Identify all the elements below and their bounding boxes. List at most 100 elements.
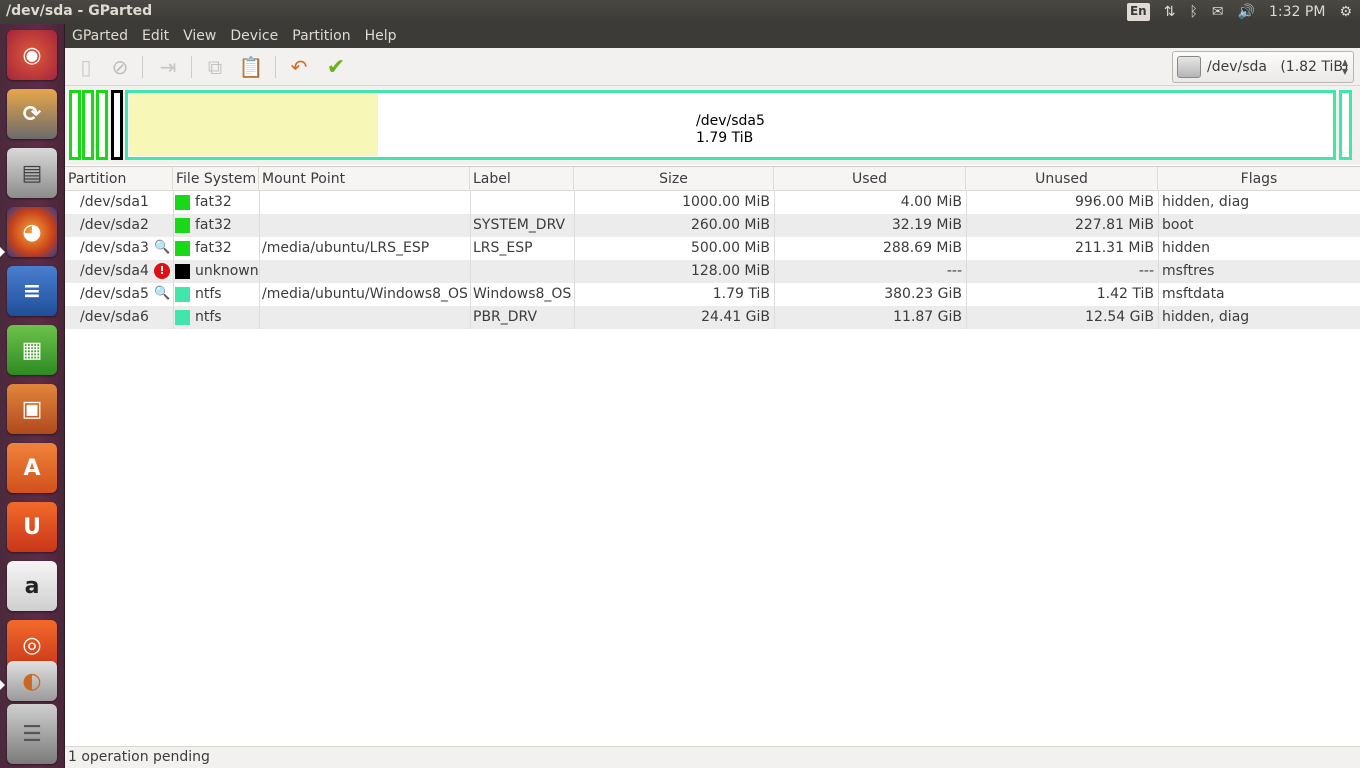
window-title: /dev/sda - GParted	[6, 3, 153, 19]
cell-used: 4.00 MiB	[900, 194, 962, 210]
statusbar: 1 operation pending	[65, 746, 1360, 768]
resize-move-icon: ⇥	[159, 55, 177, 79]
table-row[interactable]: /dev/sda4 unknown 128.00 MiB --- --- msftres!	[65, 260, 1360, 283]
paste-button[interactable]: 📋	[237, 53, 265, 81]
ubuntu-one-icon[interactable]: U	[7, 502, 57, 552]
apply-button[interactable]: ✔	[322, 53, 350, 81]
table-row[interactable]: /dev/sda6 ntfs PBR_DRV 24.41 GiB 11.87 GiB 12…	[65, 306, 1360, 329]
menu-gparted[interactable]: GParted	[65, 24, 135, 48]
header-label[interactable]: Label	[470, 167, 574, 191]
cell-unused: 211.31 MiB	[1074, 240, 1154, 256]
toolbar-separator	[142, 56, 143, 78]
key-icon[interactable]: 🔍	[154, 240, 170, 256]
amazon-icon[interactable]: a	[7, 561, 57, 611]
filesystem-color-swatch	[175, 287, 190, 302]
menu-help[interactable]: Help	[358, 24, 404, 48]
undo-button[interactable]: ↶	[285, 53, 313, 81]
cell-label	[470, 260, 574, 283]
cell-used: ---	[946, 263, 962, 279]
disk-segment-sda2[interactable]	[82, 90, 94, 160]
header-mount-point[interactable]: Mount Point	[259, 167, 470, 191]
disk-map: /dev/sda5 1.79 TiB	[65, 86, 1360, 165]
menu-device[interactable]: Device	[223, 24, 285, 48]
delete-partition-button[interactable]: ⊘	[106, 53, 134, 81]
indicator-area: En ⇅ ᛒ ✉ 🔊 1:32 PM ⚙	[1126, 0, 1352, 24]
cell-flags: msftres	[1162, 263, 1215, 279]
software-center-icon[interactable]: A	[7, 443, 57, 493]
cell-partition: /dev/sda3	[80, 240, 149, 256]
menu-edit[interactable]: Edit	[135, 24, 176, 48]
mail-icon[interactable]: ✉	[1212, 0, 1224, 24]
keyboard-layout-indicator[interactable]: En	[1126, 3, 1150, 21]
disk-segment-sda5[interactable]: /dev/sda5 1.79 TiB	[125, 90, 1336, 160]
copy-button[interactable]: ⧉	[201, 53, 229, 81]
clock[interactable]: 1:32 PM	[1269, 0, 1325, 24]
cell-label: Windows8_OS	[473, 286, 572, 302]
volume-icon[interactable]: 🔊	[1238, 0, 1255, 24]
cell-unused: 1.42 TiB	[1096, 286, 1154, 302]
resize-move-button[interactable]: ⇥	[154, 53, 182, 81]
menubar: GParted Edit View Device Partition Help	[65, 24, 1360, 48]
header-flags[interactable]: Flags	[1158, 167, 1360, 191]
filesystem-color-swatch	[175, 310, 190, 325]
cell-partition: /dev/sda6	[80, 309, 149, 325]
header-file-system[interactable]: File System	[173, 167, 259, 191]
disk-segment-sda6[interactable]	[1339, 90, 1352, 160]
cell-flags: boot	[1162, 217, 1194, 233]
trash-stack-icon[interactable]: ☰	[7, 704, 57, 764]
header-unused[interactable]: Unused	[966, 167, 1158, 191]
cell-unused: ---	[1138, 263, 1154, 279]
cell-flags: msftdata	[1162, 286, 1225, 302]
filesystem-color-swatch	[175, 241, 190, 256]
menu-partition[interactable]: Partition	[285, 24, 357, 48]
header-partition[interactable]: Partition	[65, 167, 173, 191]
cell-size: 500.00 MiB	[690, 240, 770, 256]
header-used[interactable]: Used	[774, 167, 966, 191]
toolbar: ▯ ⊘ ⇥ ⧉ 📋 ↶ ✔ /dev/sda (1.82 TiB) ▲ ▼	[65, 48, 1360, 86]
device-selector[interactable]: /dev/sda (1.82 TiB) ▲ ▼	[1172, 51, 1354, 83]
running-indicator	[0, 247, 5, 257]
status-text: 1 operation pending	[68, 749, 210, 765]
filesystem-color-swatch	[175, 218, 190, 233]
key-icon[interactable]: 🔍	[154, 286, 170, 302]
copy-icon: ⧉	[207, 55, 223, 79]
ubuntu-dash-icon[interactable]: ◉	[7, 30, 57, 80]
cell-size: 1.79 TiB	[712, 286, 770, 302]
header-size[interactable]: Size	[574, 167, 774, 191]
disk-segment-sda4[interactable]	[111, 90, 123, 160]
bluetooth-icon[interactable]: ᛒ	[1189, 0, 1197, 24]
cell-unused: 12.54 GiB	[1085, 309, 1154, 325]
files-icon[interactable]: ▤	[7, 148, 57, 198]
cell-mount	[259, 191, 470, 214]
table-row[interactable]: /dev/sda5 ntfs/media/ubuntu/Windows8_OS Wi…	[65, 283, 1360, 306]
settings-gear-icon[interactable]: ⚙	[1339, 0, 1352, 24]
cell-label: SYSTEM_DRV	[473, 217, 566, 233]
network-icon[interactable]: ⇅	[1164, 0, 1176, 24]
cell-size: 260.00 MiB	[690, 217, 770, 233]
disk-segment-sda1[interactable]	[69, 90, 81, 160]
table-row[interactable]: /dev/sda2 fat32 SYSTEM_DRV 260.00 MiB 32.19 …	[65, 214, 1360, 237]
cell-label: PBR_DRV	[473, 309, 538, 325]
cell-partition: /dev/sda5	[80, 286, 149, 302]
libreoffice-impress-icon[interactable]: ▣	[7, 384, 57, 434]
table-row[interactable]: /dev/sda1 fat32 1000.00 MiB 4.00 MiB 996.00 …	[65, 191, 1360, 214]
undo-arrow-icon: ↶	[290, 55, 308, 79]
cell-mount: /media/ubuntu/Windows8_OS	[262, 286, 468, 302]
libreoffice-writer-icon[interactable]: ≡	[7, 266, 57, 316]
menu-view[interactable]: View	[176, 24, 223, 48]
device-selector-value: /dev/sda (1.82 TiB)	[1207, 59, 1349, 75]
warning-icon[interactable]: !	[154, 263, 170, 279]
gparted-icon[interactable]: ◐	[7, 661, 57, 701]
firefox-icon[interactable]: ◕	[7, 207, 57, 257]
libreoffice-calc-icon[interactable]: ▦	[7, 325, 57, 375]
apply-checkmark-icon: ✔	[326, 54, 346, 80]
disk-segment-sda3[interactable]	[96, 90, 108, 160]
new-partition-button[interactable]: ▯	[72, 53, 100, 81]
cell-unused: 996.00 MiB	[1074, 194, 1154, 210]
table-row[interactable]: /dev/sda3 fat32/media/ubuntu/LRS_ESP LRS_E…	[65, 237, 1360, 260]
cell-partition: /dev/sda2	[80, 217, 149, 233]
cell-flags: hidden	[1162, 240, 1211, 256]
top-panel: /dev/sda - GParted En ⇅ ᛒ ✉ 🔊 1:32 PM ⚙	[0, 0, 1360, 24]
software-updater-icon[interactable]: ⟳	[7, 89, 57, 139]
cell-size: 1000.00 MiB	[682, 194, 770, 210]
